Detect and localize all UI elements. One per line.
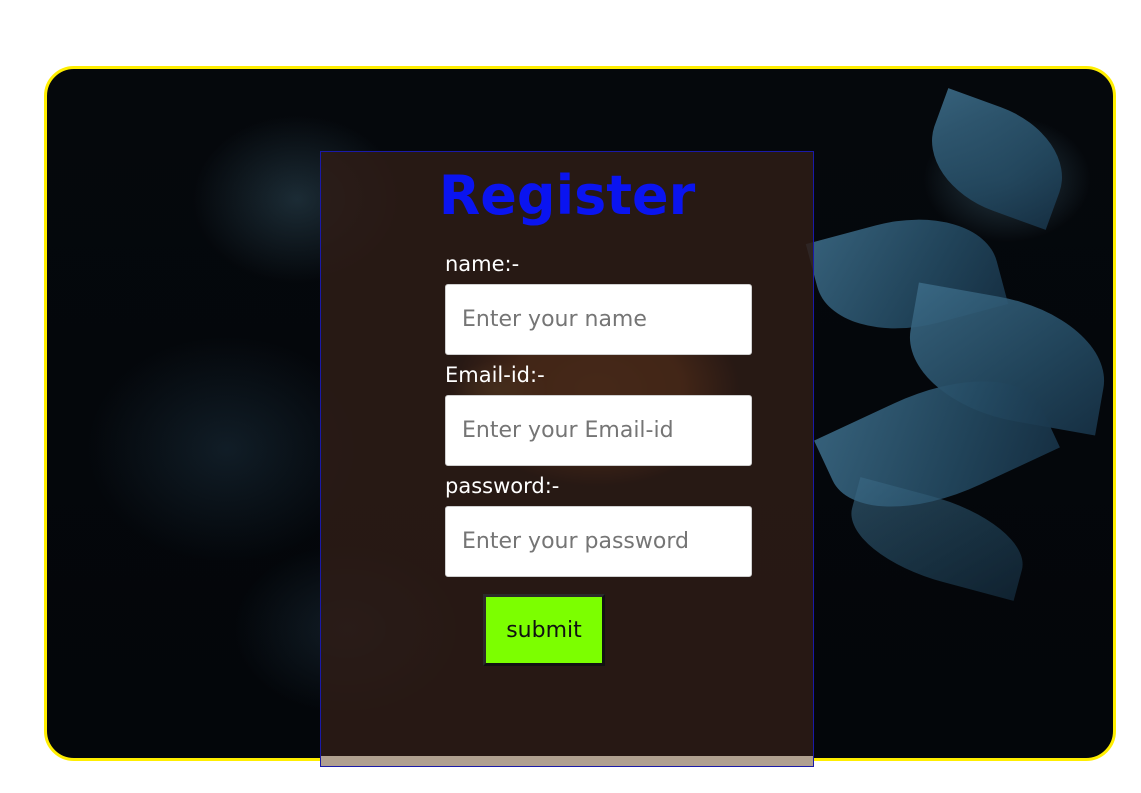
register-title: Register bbox=[438, 164, 696, 227]
name-input[interactable] bbox=[445, 284, 752, 355]
email-input[interactable] bbox=[445, 395, 752, 466]
panel-bottom-strip bbox=[321, 756, 813, 766]
name-label: name:- bbox=[445, 252, 520, 276]
password-label: password:- bbox=[445, 474, 560, 498]
background-leaf bbox=[914, 88, 1080, 230]
password-input[interactable] bbox=[445, 506, 752, 577]
email-label: Email-id:- bbox=[445, 363, 545, 387]
register-panel: Register name:- Email-id:- password:- su… bbox=[320, 151, 814, 767]
submit-button[interactable]: submit bbox=[483, 594, 605, 666]
page: Register name:- Email-id:- password:- su… bbox=[0, 0, 1141, 793]
